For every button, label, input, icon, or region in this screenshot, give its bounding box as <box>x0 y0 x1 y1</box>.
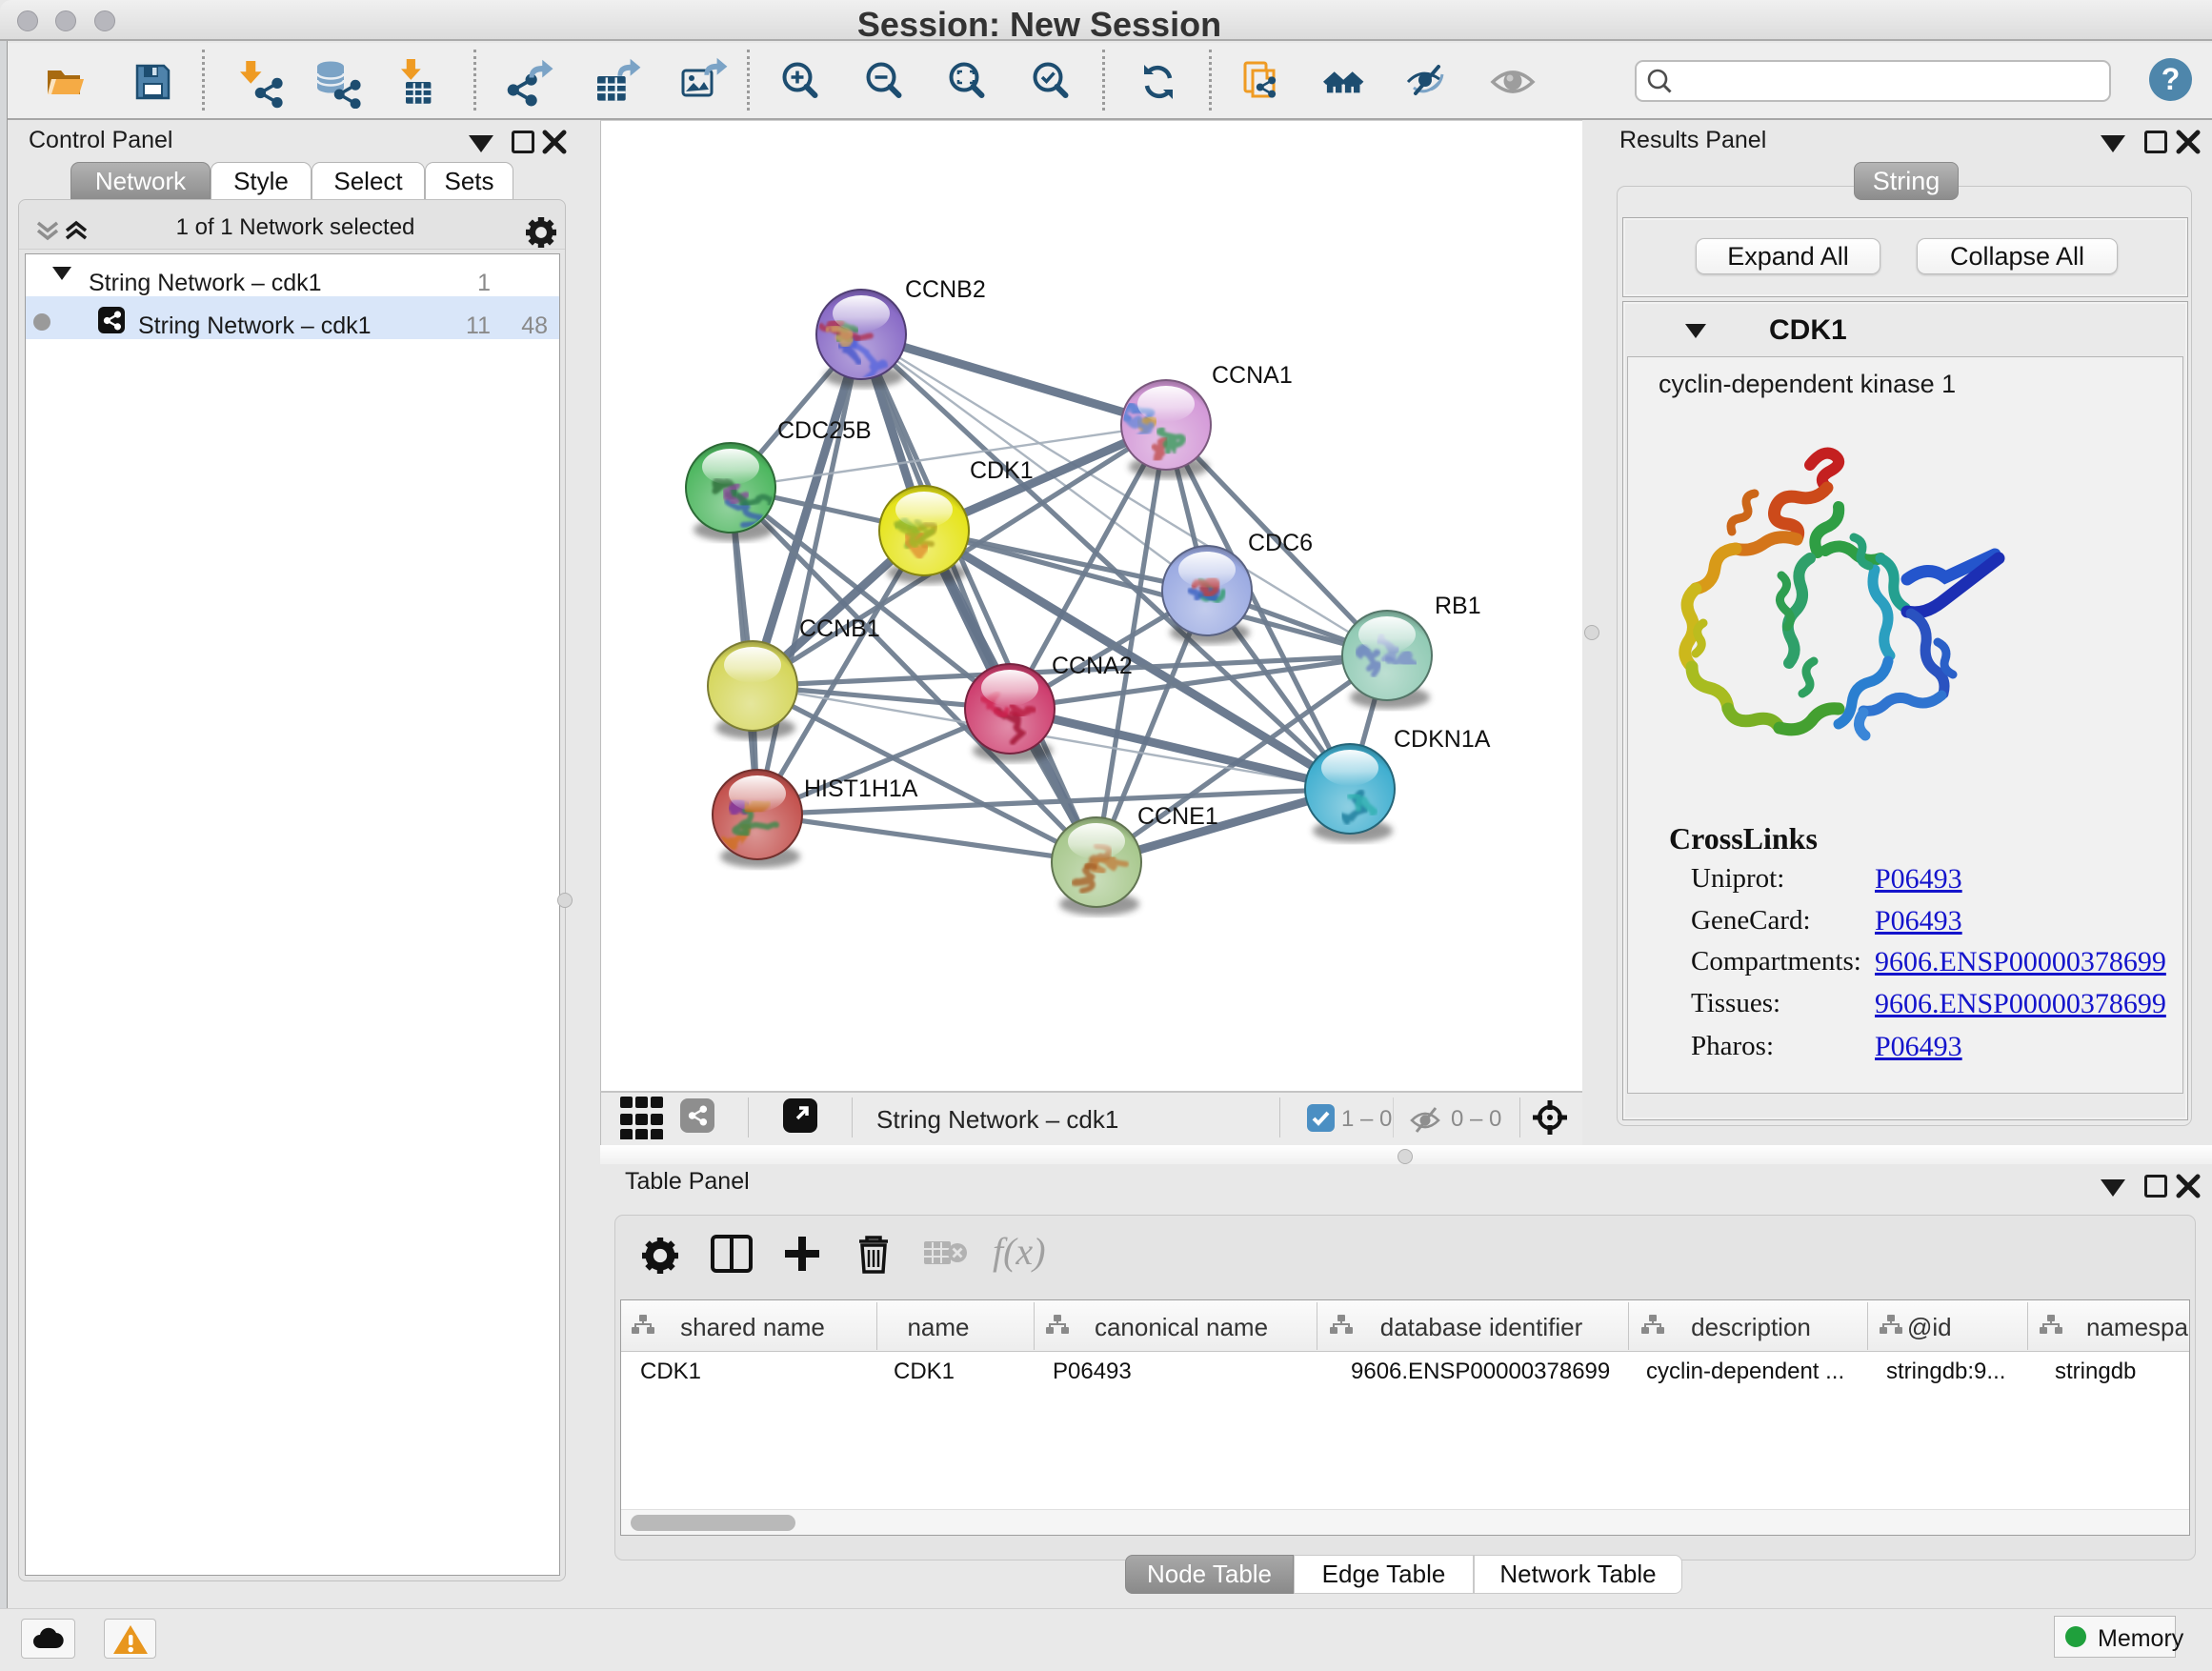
svg-text:CCNE1: CCNE1 <box>1137 803 1218 830</box>
svg-text:CDC6: CDC6 <box>1248 530 1313 556</box>
svg-text:CDC25B: CDC25B <box>777 417 872 444</box>
svg-text:RB1: RB1 <box>1435 593 1481 619</box>
svg-text:CDKN1A: CDKN1A <box>1394 726 1491 753</box>
svg-text:HIST1H1A: HIST1H1A <box>804 775 918 802</box>
svg-text:CCNB2: CCNB2 <box>905 276 986 303</box>
svg-text:CCNA2: CCNA2 <box>1052 653 1133 679</box>
svg-text:CDK1: CDK1 <box>970 457 1034 484</box>
svg-text:CCNB1: CCNB1 <box>799 615 880 642</box>
svg-text:CCNA1: CCNA1 <box>1212 362 1293 389</box>
